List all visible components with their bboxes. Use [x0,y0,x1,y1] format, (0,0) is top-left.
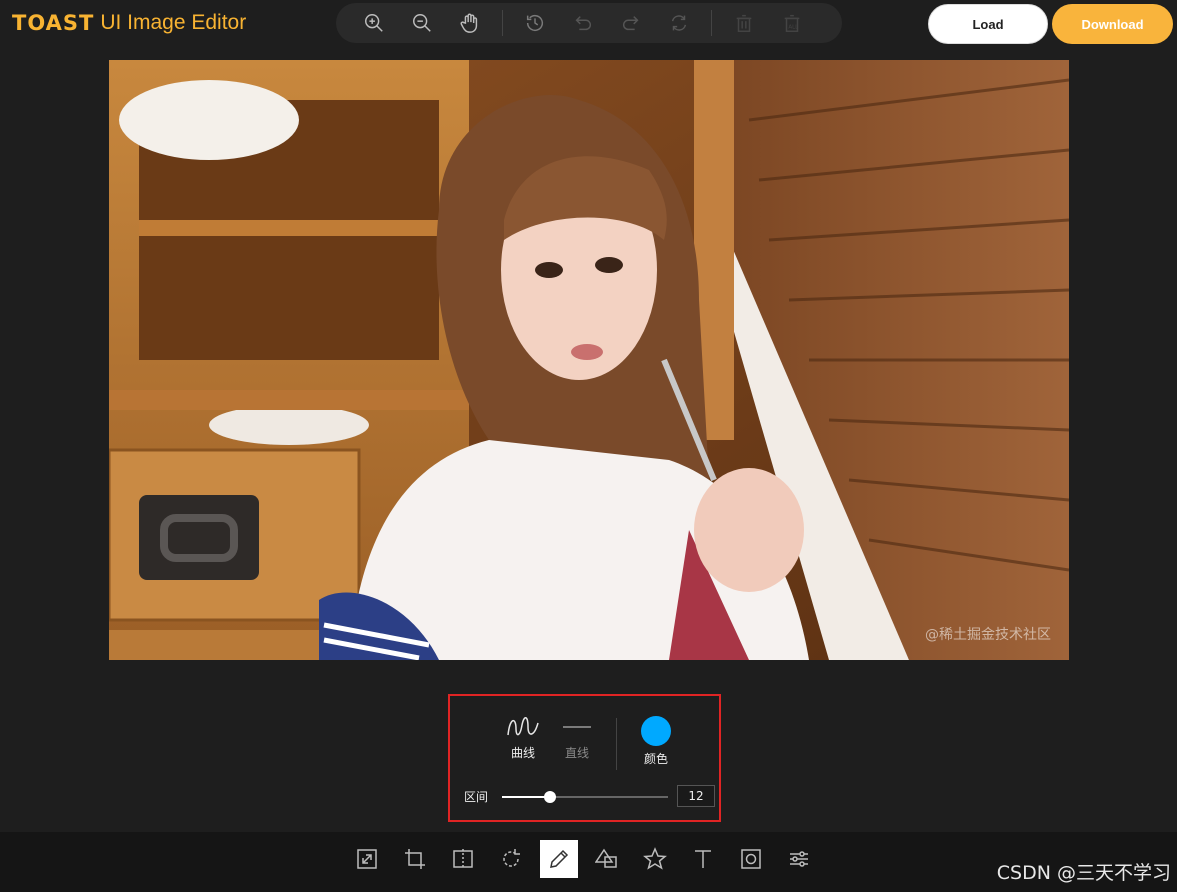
free-drawing-option[interactable]: 曲线 [500,710,546,761]
range-fill [502,796,551,798]
resize-icon[interactable] [348,840,386,878]
filter-icon[interactable] [780,840,818,878]
zoom-out-icon[interactable] [404,5,440,41]
svg-text:ALL: ALL [788,25,799,31]
csdn-watermark: CSDN @三天不学习 [996,862,1171,884]
shape-icon[interactable] [588,840,626,878]
range-value-input[interactable]: 12 [677,785,715,807]
undo-icon[interactable] [565,5,601,41]
flip-icon[interactable] [444,840,482,878]
top-toolbar: ALL [336,3,842,43]
text-icon[interactable] [684,840,722,878]
icon-icon[interactable] [636,840,674,878]
download-button[interactable]: Download [1052,4,1173,44]
range-label: 区间 [464,790,489,804]
image-canvas[interactable]: @稀土掘金技术社区 [109,60,1069,660]
color-picker[interactable]: 颜色 [632,714,680,767]
zoom-in-icon[interactable] [356,5,392,41]
range-thumb[interactable] [544,791,557,803]
straight-line-icon [554,710,600,744]
main-menu [348,840,818,878]
logo-product: UI Image Editor [100,11,247,34]
app-logo: TOAST UI Image Editor [12,9,246,37]
reset-icon[interactable] [661,5,697,41]
photo [109,60,1069,660]
hand-icon[interactable] [452,5,488,41]
draw-icon[interactable] [540,840,578,878]
toolbar-divider [711,10,712,36]
straight-line-option[interactable]: 直线 [554,710,600,761]
bottom-menu-bar: CSDN @三天不学习 [0,832,1177,892]
delete-icon[interactable] [726,5,762,41]
delete-all-icon[interactable]: ALL [774,5,810,41]
load-button[interactable]: Load [928,4,1048,44]
free-drawing-label: 曲线 [510,746,535,760]
submenu-divider [616,718,617,770]
color-label: 颜色 [643,752,668,766]
toolbar-divider [502,10,503,36]
crop-icon[interactable] [396,840,434,878]
history-icon[interactable] [517,5,553,41]
color-swatch[interactable] [641,716,671,746]
range-slider[interactable] [502,791,668,803]
logo-brand: TOAST [12,11,95,35]
canvas-watermark: @稀土掘金技术社区 [925,627,1051,643]
rotate-icon[interactable] [492,840,530,878]
draw-submenu: 曲线 直线 颜色 区间 12 [448,694,721,822]
straight-line-label: 直线 [564,746,589,760]
free-curve-icon [500,710,546,744]
mask-icon[interactable] [732,840,770,878]
redo-icon[interactable] [613,5,649,41]
